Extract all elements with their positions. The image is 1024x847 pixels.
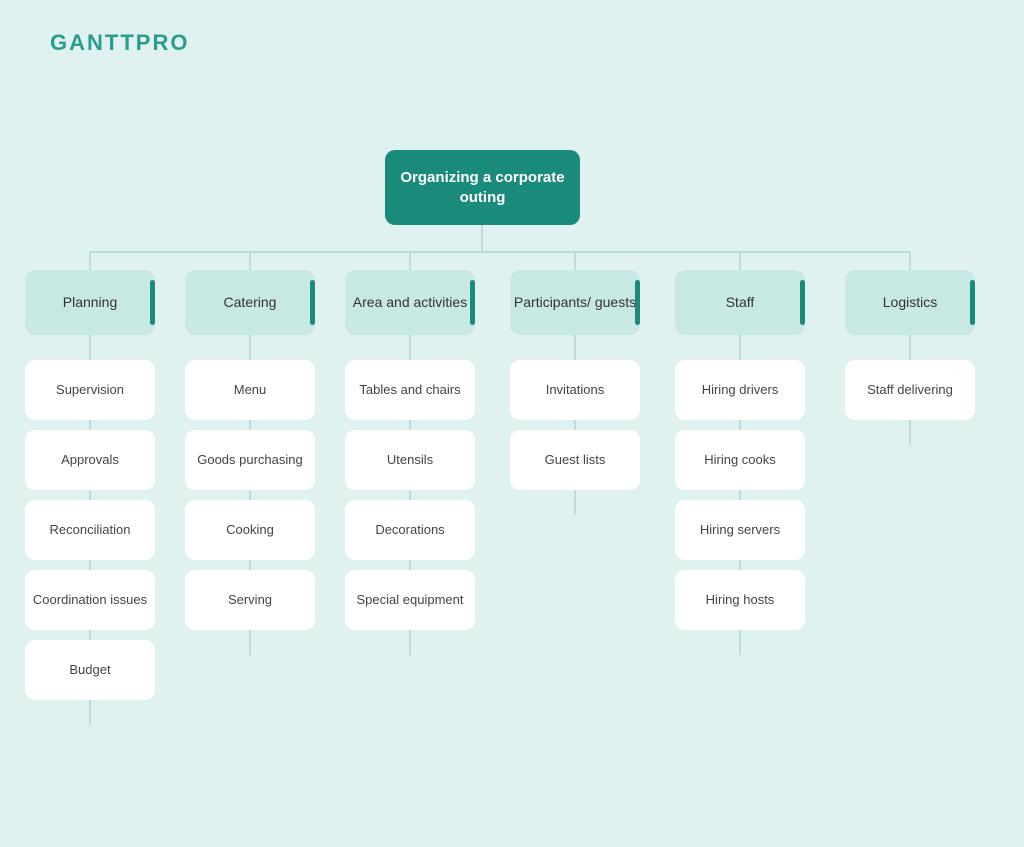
connectors-svg bbox=[0, 0, 1024, 847]
item-staff-delivering: Staff delivering bbox=[845, 360, 975, 420]
item-coordination-issues: Coordination issues bbox=[25, 570, 155, 630]
root-node: Organizing a corporate outing bbox=[385, 150, 580, 225]
item-cooking: Cooking bbox=[185, 500, 315, 560]
cat-catering: Catering bbox=[185, 270, 315, 335]
chart-container: GANTTPRO bbox=[0, 0, 1024, 847]
item-goods-purchasing: Goods purchasing bbox=[185, 430, 315, 490]
item-serving: Serving bbox=[185, 570, 315, 630]
item-tables-chairs: Tables and chairs bbox=[345, 360, 475, 420]
item-supervision: Supervision bbox=[25, 360, 155, 420]
item-special-equipment: Special equipment bbox=[345, 570, 475, 630]
item-reconciliation: Reconciliation bbox=[25, 500, 155, 560]
item-approvals: Approvals bbox=[25, 430, 155, 490]
item-menu: Menu bbox=[185, 360, 315, 420]
cat-participants: Participants/ guests bbox=[510, 270, 640, 335]
cat-planning: Planning bbox=[25, 270, 155, 335]
item-hiring-hosts: Hiring hosts bbox=[675, 570, 805, 630]
cat-area: Area and activities bbox=[345, 270, 475, 335]
cat-staff: Staff bbox=[675, 270, 805, 335]
item-invitations: Invitations bbox=[510, 360, 640, 420]
item-budget: Budget bbox=[25, 640, 155, 700]
item-hiring-drivers: Hiring drivers bbox=[675, 360, 805, 420]
item-hiring-servers: Hiring servers bbox=[675, 500, 805, 560]
cat-logistics: Logistics bbox=[845, 270, 975, 335]
item-utensils: Utensils bbox=[345, 430, 475, 490]
item-hiring-cooks: Hiring cooks bbox=[675, 430, 805, 490]
item-guest-lists: Guest lists bbox=[510, 430, 640, 490]
item-decorations: Decorations bbox=[345, 500, 475, 560]
